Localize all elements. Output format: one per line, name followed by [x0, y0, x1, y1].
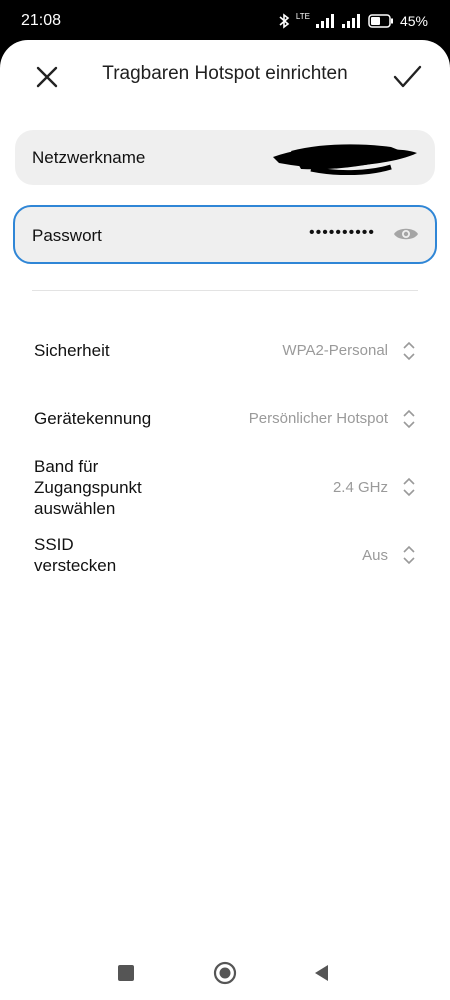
band-row[interactable]: Band für Zugangspunkt auswählen 2.4 GHz [34, 456, 418, 520]
band-label: Band für Zugangspunkt auswählen [34, 457, 142, 518]
band-value: 2.4 GHz [332, 479, 388, 496]
hotspot-sheet: Tragbaren Hotspot einrichten Netzwerknam… [0, 40, 450, 1000]
redaction-scribble [273, 144, 417, 175]
home-circle-icon[interactable] [213, 961, 237, 985]
password-value: •••••••••• [308, 224, 375, 241]
eye-icon[interactable] [393, 225, 419, 243]
security-value: WPA2-Personal [282, 342, 388, 359]
network-name-field[interactable]: Netzwerkname [15, 130, 435, 185]
battery-icon [368, 14, 393, 28]
recents-square-icon[interactable] [116, 963, 136, 983]
password-label: Passwort [32, 226, 102, 245]
network-name-label: Netzwerkname [32, 148, 146, 167]
security-label: Sicherheit [34, 341, 110, 360]
chevron-updown-icon [403, 545, 415, 565]
confirm-check-icon[interactable] [390, 60, 424, 94]
chevron-updown-icon [403, 477, 415, 497]
signal-icon-2 [341, 14, 360, 28]
password-field[interactable]: Passwort •••••••••• [13, 205, 437, 264]
status-time: 21:08 [21, 12, 62, 29]
status-bar: 21:08 LTE 45% [0, 0, 450, 40]
back-triangle-icon[interactable] [312, 963, 332, 983]
device-id-label: Gerätekennung [34, 409, 152, 428]
signal-icon [315, 14, 334, 28]
chevron-updown-icon [403, 409, 415, 429]
header: Tragbaren Hotspot einrichten [0, 52, 450, 96]
chevron-updown-icon [403, 341, 415, 361]
navigation-bar [0, 960, 450, 1000]
device-id-value: Persönlicher Hotspot [248, 410, 388, 427]
battery-percent: 45% [399, 13, 428, 29]
bluetooth-icon [279, 13, 290, 29]
security-row[interactable]: Sicherheit WPA2-Personal [34, 340, 418, 364]
status-icons: LTE 45% [278, 12, 428, 30]
hide-ssid-value: Aus [362, 547, 388, 564]
lte-label: LTE [295, 11, 310, 21]
hide-ssid-label: SSID verstecken [34, 535, 117, 575]
page-title: Tragbaren Hotspot einrichten [102, 63, 348, 84]
divider [32, 290, 418, 291]
hide-ssid-row[interactable]: SSID verstecken Aus [34, 534, 418, 578]
device-id-row[interactable]: Gerätekennung Persönlicher Hotspot [34, 408, 418, 432]
